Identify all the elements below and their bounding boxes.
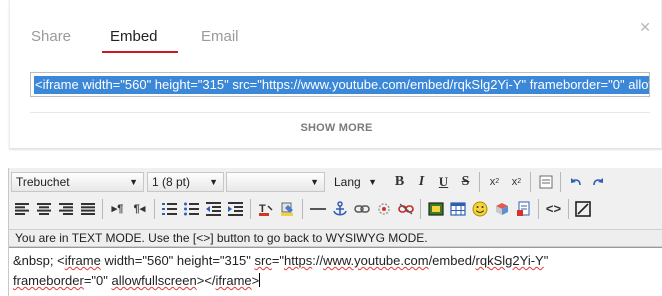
chevron-down-icon: ▼ xyxy=(129,177,138,187)
underline-button[interactable]: U xyxy=(433,171,454,192)
toolbar-separator xyxy=(538,199,539,219)
anchor-icon[interactable] xyxy=(329,198,350,219)
tab-email[interactable]: Email xyxy=(201,28,239,45)
toolbar-separator xyxy=(302,199,303,219)
align-left-icon[interactable] xyxy=(11,198,32,219)
toolbar-separator xyxy=(568,199,569,219)
undo-icon[interactable] xyxy=(565,171,586,192)
outdent-icon[interactable] xyxy=(203,198,224,219)
toolbar-separator xyxy=(250,199,251,219)
toolbar-separator xyxy=(102,199,103,219)
indent-icon[interactable] xyxy=(225,198,246,219)
toolbar-separator xyxy=(420,199,421,219)
paste-text-icon[interactable] xyxy=(535,171,556,192)
chevron-down-icon: ▼ xyxy=(310,177,319,187)
toolbar-separator xyxy=(560,172,561,192)
font-size-select[interactable]: 1 (8 pt) ▼ xyxy=(147,172,224,192)
divider xyxy=(30,112,650,113)
content-line-2: frameborder="0" allowfullscreen></iframe… xyxy=(13,271,662,291)
text-caret xyxy=(259,273,261,287)
underline-label: U xyxy=(438,173,449,189)
tab-share[interactable]: Share xyxy=(31,28,71,45)
toolbar-separator xyxy=(530,172,531,192)
tab-embed[interactable]: Embed xyxy=(110,28,158,45)
bold-button[interactable]: B xyxy=(389,171,410,192)
ltr-direction-icon[interactable]: ▸¶ xyxy=(107,198,128,219)
misspelled-word[interactable]: src xyxy=(254,253,271,268)
superscript-button[interactable]: x2 xyxy=(506,171,527,192)
insert-table-icon[interactable] xyxy=(447,198,468,219)
language-select[interactable]: Lang ▼ xyxy=(329,172,383,192)
content-text: > xyxy=(251,273,260,288)
toolbar-separator xyxy=(479,172,480,192)
align-justify-icon[interactable] xyxy=(77,198,98,219)
show-more-button[interactable]: SHOW MORE xyxy=(10,122,662,134)
editor-content-area[interactable]: &nbsp; <iframe width="560" height="315" … xyxy=(9,247,662,296)
misspelled-word[interactable]: iframe xyxy=(65,253,101,268)
background-color-icon[interactable] xyxy=(277,198,298,219)
misspelled-word[interactable]: frameborder xyxy=(13,273,84,288)
content-text: " xyxy=(543,253,549,268)
chevron-down-icon: ▼ xyxy=(368,177,377,187)
content-text: =" xyxy=(271,253,285,268)
toolbar-separator xyxy=(154,199,155,219)
content-text: &nbsp; xyxy=(13,253,54,268)
fullscreen-icon[interactable] xyxy=(572,198,593,219)
misspelled-word[interactable]: www.youtube.com xyxy=(323,253,429,268)
close-icon[interactable]: ✕ xyxy=(639,20,651,34)
misspelled-word[interactable]: https xyxy=(284,253,312,268)
share-dialog: Share Embed Email ✕ <iframe width="560" … xyxy=(9,0,662,149)
italic-label: I xyxy=(418,173,425,189)
numbered-list-icon[interactable] xyxy=(159,198,180,219)
font-family-value: Trebuchet xyxy=(16,175,70,189)
active-tab-indicator xyxy=(102,51,178,53)
subscript-button[interactable]: x2 xyxy=(484,171,505,192)
bulleted-list-icon[interactable] xyxy=(181,198,202,219)
editor-status-bar: You are in TEXT MODE. Use the [<>] butto… xyxy=(9,229,662,247)
font-family-select[interactable]: Trebuchet ▼ xyxy=(11,172,144,192)
content-line-1: &nbsp; <iframe width="560" height="315" … xyxy=(13,251,662,271)
align-center-icon[interactable] xyxy=(33,198,54,219)
toolbar-row-2: ▸¶ ¶◂ T <> xyxy=(9,196,662,222)
link-icon[interactable] xyxy=(351,198,372,219)
format-select[interactable]: ▼ xyxy=(226,172,325,192)
chevron-down-icon: ▼ xyxy=(209,177,218,187)
content-text: ="0" xyxy=(83,273,112,288)
strikethrough-label: S xyxy=(461,173,470,189)
misspelled-word[interactable]: rqkSlg2Yi-Y xyxy=(476,253,544,268)
insert-link-icon[interactable] xyxy=(373,198,394,219)
source-toggle-label: <> xyxy=(545,201,562,216)
special-characters-icon[interactable] xyxy=(491,198,512,219)
insert-document-icon[interactable] xyxy=(513,198,534,219)
toolbar-row-1: Trebuchet ▼ 1 (8 pt) ▼ ▼ Lang ▼ B I U S … xyxy=(9,168,662,194)
horizontal-rule-icon[interactable] xyxy=(307,198,328,219)
italic-button[interactable]: I xyxy=(411,171,432,192)
text-color-icon[interactable]: T xyxy=(255,198,276,219)
embed-code-text[interactable]: <iframe width="560" height="315" src="ht… xyxy=(34,76,649,94)
content-text: width="560" height="315" xyxy=(100,253,255,268)
insert-image-icon[interactable] xyxy=(425,198,446,219)
content-text: :// xyxy=(312,253,324,268)
strikethrough-button[interactable]: S xyxy=(455,171,476,192)
content-text: /embed/ xyxy=(428,253,476,268)
source-toggle-button[interactable]: <> xyxy=(543,198,564,219)
rtl-direction-icon[interactable]: ¶◂ xyxy=(129,198,150,219)
align-right-icon[interactable] xyxy=(55,198,76,219)
subscript-index: 2 xyxy=(495,178,500,185)
font-size-value: 1 (8 pt) xyxy=(152,175,191,189)
superscript-index: 2 xyxy=(517,178,522,185)
misspelled-word[interactable]: allowfullscreen xyxy=(111,273,196,288)
smiley-icon[interactable] xyxy=(469,198,490,219)
language-label: Lang xyxy=(334,175,361,189)
unlink-icon[interactable] xyxy=(395,198,416,219)
embed-code-field[interactable]: <iframe width="560" height="315" src="ht… xyxy=(30,72,650,97)
rich-text-editor: Trebuchet ▼ 1 (8 pt) ▼ ▼ Lang ▼ B I U S … xyxy=(8,168,662,296)
bold-label: B xyxy=(394,173,405,189)
content-text: ></ xyxy=(196,273,216,288)
redo-icon[interactable] xyxy=(587,171,608,192)
content-text: < xyxy=(53,253,65,268)
misspelled-word[interactable]: iframe xyxy=(216,273,252,288)
